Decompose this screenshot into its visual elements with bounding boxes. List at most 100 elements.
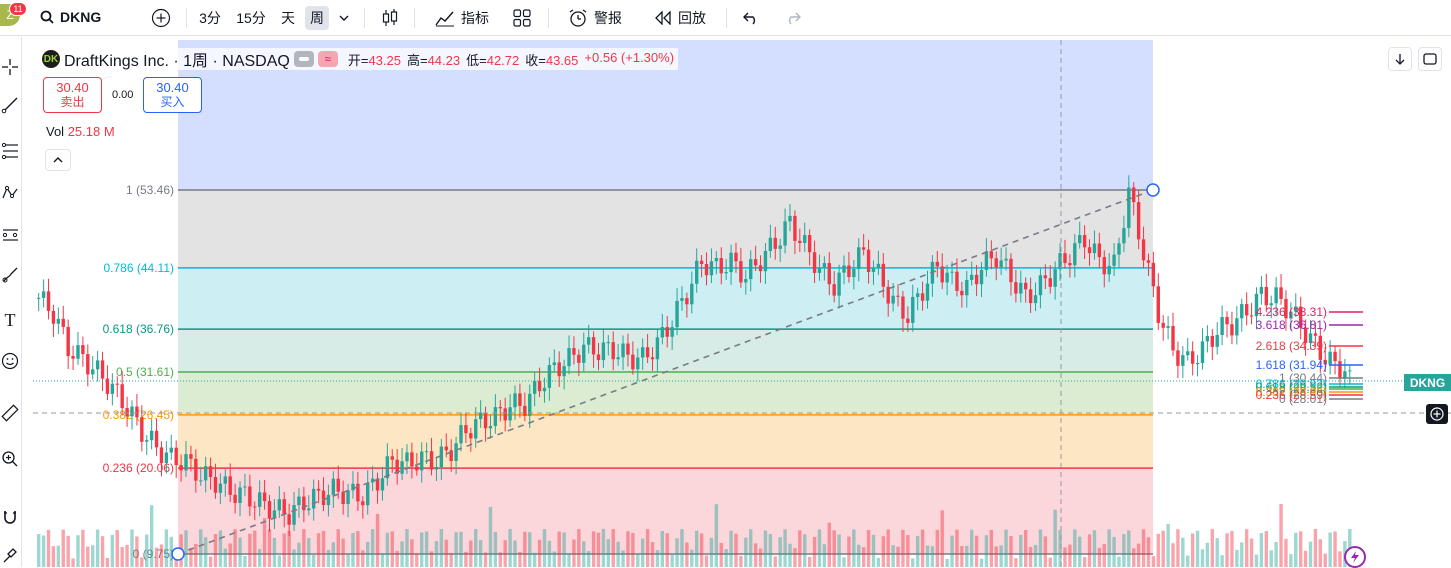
symbol-title[interactable]: DraftKings Inc. · 1周 · NASDAQ xyxy=(64,47,290,71)
candle-body xyxy=(154,430,159,448)
candle-body xyxy=(1220,316,1224,336)
candle-body xyxy=(459,425,463,444)
volume-bar xyxy=(685,542,689,567)
source-indicator[interactable]: ≈ xyxy=(317,51,338,67)
minus-icon xyxy=(298,57,309,61)
volume-bar xyxy=(871,534,876,567)
volume-bar xyxy=(704,555,709,567)
candle-body xyxy=(503,408,507,421)
candle-body xyxy=(876,263,881,269)
candle-body xyxy=(483,412,488,429)
candle-body xyxy=(1176,350,1180,366)
symbol-search[interactable]: DKNG xyxy=(40,6,101,28)
candle-body xyxy=(361,501,365,506)
redo-button[interactable] xyxy=(780,6,806,30)
volume-bar xyxy=(277,555,282,567)
pattern-icon[interactable] xyxy=(0,183,20,203)
volume-bar xyxy=(91,545,95,567)
fullscreen-button[interactable] xyxy=(1418,47,1442,71)
candle-body xyxy=(194,458,198,481)
hide-series-button[interactable] xyxy=(293,51,314,67)
candle-body xyxy=(832,284,836,296)
fib-level-label: 0.786 (44.11) xyxy=(104,261,175,275)
price-chart[interactable]: 1 (53.46) 0.786 (44.11) 0.618 (36.76) 0.5 (… xyxy=(33,40,1451,567)
trend-line-icon[interactable] xyxy=(0,95,20,115)
volume-bar xyxy=(699,533,704,567)
fib-level-label: 1 (53.46) xyxy=(126,183,174,197)
volume-bar xyxy=(807,556,812,567)
fib-retracement-icon[interactable] xyxy=(0,141,20,161)
volume-bar xyxy=(1151,556,1156,567)
interval-week-button[interactable]: 周 xyxy=(305,6,329,30)
candles-icon xyxy=(382,9,398,26)
candle-body xyxy=(331,478,336,495)
candle-body xyxy=(763,250,768,272)
lightning-icon[interactable] xyxy=(1344,546,1366,568)
volume-bar xyxy=(906,535,910,567)
volume-bar xyxy=(375,513,380,567)
candle-body xyxy=(1205,335,1210,342)
candle-body xyxy=(518,393,522,406)
volume-bar xyxy=(1254,554,1259,567)
sell-button[interactable]: 30.40 卖出 xyxy=(43,77,102,113)
lock-drawings-icon[interactable] xyxy=(0,545,20,565)
indicators-button[interactable]: 指标 xyxy=(428,6,496,30)
volume-bar xyxy=(1004,529,1008,567)
candle-body xyxy=(1038,275,1043,296)
interval-day-button[interactable]: 天 xyxy=(276,6,300,30)
candle-body xyxy=(1225,316,1229,325)
candle-body xyxy=(670,327,674,337)
interval-dropdown-button[interactable] xyxy=(333,6,355,30)
forecast-icon[interactable] xyxy=(0,225,20,245)
candle-body xyxy=(807,235,812,253)
collapse-legend-button[interactable] xyxy=(45,149,71,171)
volume-bar xyxy=(861,547,866,567)
volume-bar xyxy=(149,505,154,567)
volume-bar xyxy=(621,550,625,567)
volume-bar xyxy=(508,529,512,567)
ruler-icon[interactable] xyxy=(0,403,20,423)
chart-type-button[interactable] xyxy=(376,6,404,30)
candle-body xyxy=(1028,289,1033,304)
volume-bar xyxy=(1328,532,1332,567)
candle-body xyxy=(1181,355,1185,366)
compare-add-button[interactable] xyxy=(148,6,174,30)
magnet-icon[interactable] xyxy=(0,507,20,527)
brush-icon[interactable] xyxy=(0,265,20,285)
emoji-icon[interactable] xyxy=(0,351,20,371)
interval-15m-button[interactable]: 15分 xyxy=(233,6,269,30)
candle-body xyxy=(454,443,458,462)
candle-body xyxy=(203,466,208,481)
volume-bar xyxy=(773,556,777,567)
candle-body xyxy=(660,327,665,338)
buy-button[interactable]: 30.40 买入 xyxy=(143,77,202,113)
volume-bar xyxy=(390,531,394,567)
volume-bar xyxy=(410,539,414,567)
volume-bar xyxy=(636,554,640,567)
layouts-button[interactable] xyxy=(508,6,536,30)
volume-bar xyxy=(316,533,321,567)
alert-button[interactable]: 警报 xyxy=(561,6,629,30)
scroll-down-button[interactable] xyxy=(1388,47,1412,71)
text-tool-icon[interactable]: T xyxy=(0,310,20,330)
interval-3m-button[interactable]: 3分 xyxy=(195,6,225,30)
candle-body xyxy=(714,258,719,262)
replay-button[interactable]: 回放 xyxy=(646,6,714,30)
candle-body xyxy=(586,337,591,345)
user-avatar[interactable]: Z 11 xyxy=(0,2,27,26)
volume-bar xyxy=(552,551,556,567)
candle-body xyxy=(680,298,684,301)
candle-body xyxy=(611,342,615,360)
fib-level-label: 0.236 (20.06) xyxy=(103,461,174,475)
crosshair-icon[interactable] xyxy=(0,57,20,77)
volume-bar xyxy=(474,529,478,567)
volume-bar xyxy=(41,535,46,567)
volume-bar xyxy=(812,536,817,567)
candle-body xyxy=(1024,282,1028,290)
add-alert-button[interactable] xyxy=(1426,404,1448,424)
undo-button[interactable] xyxy=(738,6,764,30)
candle-body xyxy=(179,465,183,471)
volume-bar xyxy=(562,532,566,567)
zoom-icon[interactable] xyxy=(0,449,20,469)
candle-body xyxy=(591,337,596,355)
